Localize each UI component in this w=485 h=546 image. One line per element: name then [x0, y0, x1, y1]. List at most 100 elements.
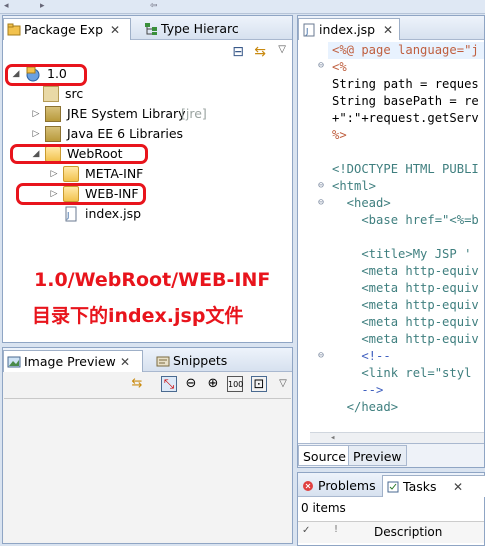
scroll-left-icon[interactable]: ◂ [330, 433, 335, 443]
fold-icon[interactable]: ⊖ [318, 60, 324, 71]
code-line: String basePath = re [332, 94, 479, 108]
image-icon [7, 356, 21, 368]
code-line: <meta http-equiv [332, 264, 479, 278]
fold-icon[interactable]: ⊖ [318, 180, 324, 191]
tab-problems-label: Problems [318, 478, 376, 493]
close-icon[interactable]: ✕ [383, 19, 393, 41]
code-line: <% [332, 60, 347, 74]
code-text: <%@ page language="j [332, 43, 479, 57]
annotation-description: 目录下的index.jsp文件 [32, 305, 244, 327]
close-icon[interactable]: ✕ [120, 351, 130, 373]
tab-index-jsp[interactable]: J index.jsp ✕ [298, 18, 400, 40]
tasks-view: Problems Tasks ✕ 0 items ✓ ! Description [297, 472, 485, 546]
annotation-path: 1.0/WebRoot/WEB-INF [34, 269, 271, 291]
collapsed-arrow-icon[interactable]: ▷ [31, 124, 41, 144]
image-fit-icon[interactable]: ⤡ [161, 376, 177, 392]
tree-item-label: JRE System Library [67, 106, 186, 121]
code-line: +":"+request.getServ [332, 111, 479, 125]
source-folder-icon [43, 86, 59, 102]
package-explorer-tabbar: Package Exp ✕ Type Hierarc [3, 16, 292, 40]
code-line: <title>My JSP ' [332, 247, 472, 261]
sort-icon[interactable]: ! [334, 524, 338, 535]
jsp-file-icon: J [65, 206, 77, 222]
code-line: <head> [332, 196, 391, 210]
collapsed-arrow-icon[interactable]: ▷ [31, 104, 41, 124]
tree-item-javaee-library[interactable]: ▷ Java EE 6 Libraries [31, 124, 271, 144]
code-line: </head> [332, 400, 399, 414]
tab-source[interactable]: Source [298, 445, 351, 466]
fold-icon[interactable]: ⊖ [318, 197, 324, 208]
zoom-out-icon[interactable]: ⊖ [183, 376, 199, 392]
collapsed-arrow-icon[interactable]: ▷ [49, 164, 59, 184]
link-icon[interactable]: ⇆ [129, 376, 145, 392]
tasks-tabbar: Problems Tasks ✕ [298, 473, 485, 497]
code-line: <link rel="styl [332, 366, 472, 380]
close-icon[interactable]: ✕ [453, 476, 463, 498]
toolbar-arrow-icon[interactable]: ◂ [4, 2, 14, 11]
view-menu-icon[interactable]: ▽ [278, 44, 286, 55]
checkbox-column-icon[interactable]: ✓ [302, 525, 310, 536]
tree-item-jre-library[interactable]: ▷ JRE System Library [jre] [31, 104, 271, 124]
problems-icon [303, 481, 313, 491]
editor-tab-label: index.jsp [319, 22, 376, 37]
code-line: %> [332, 128, 347, 142]
tab-preview[interactable]: Preview [348, 445, 407, 466]
tab-type-hierarchy[interactable]: Type Hierarc [141, 18, 289, 40]
code-line: String path = reques [332, 77, 479, 91]
view-menu-icon[interactable]: ▽ [275, 376, 291, 392]
code-line: --> [332, 383, 384, 397]
collapse-all-icon[interactable]: ⊟ [232, 44, 244, 60]
tree-item-label: index.jsp [85, 206, 142, 221]
link-with-editor-icon[interactable]: ⇆ [254, 44, 266, 60]
fold-icon[interactable]: ⊖ [318, 350, 324, 361]
toolbar-back-icon[interactable]: ⇦ [150, 2, 160, 11]
highlight-box-web-inf [16, 183, 146, 205]
svg-text:J: J [305, 27, 308, 36]
tasks-table-header: ✓ ! Description [298, 521, 484, 543]
toolbar-nav-icon[interactable]: ▸ [40, 2, 50, 11]
tree-item-index-jsp[interactable]: J index.jsp [63, 204, 263, 224]
highlight-box-webroot [10, 144, 148, 164]
main-toolbar: ◂ ▸ ⇦ [0, 0, 485, 14]
horizontal-scrollbar[interactable]: ◂ [310, 432, 484, 443]
zoom-in-icon[interactable]: ⊕ [205, 376, 221, 392]
tree-item-label: src [65, 86, 84, 101]
column-description[interactable]: Description [374, 525, 442, 539]
code-line: <!-- [332, 349, 391, 363]
tab-problems[interactable]: Problems [298, 475, 378, 497]
actual-size-icon[interactable]: 100 [227, 376, 243, 392]
code-line: <meta http-equiv [332, 281, 479, 295]
highlight-box-project [5, 64, 87, 86]
tab-package-explorer-label: Package Exp [24, 22, 104, 37]
tree-item-src[interactable]: src [43, 84, 263, 104]
tree-item-label: META-INF [85, 166, 144, 181]
code-area[interactable]: <%@ page language="j ⊖ <% String path = … [298, 40, 484, 443]
svg-text:J: J [66, 211, 69, 220]
code-line: <%@ page language="j [328, 42, 484, 59]
tree-item-meta-inf[interactable]: ▷ META-INF [49, 164, 269, 184]
tab-snippets-label: Snippets [173, 353, 228, 368]
code-line: <base href="<%=b [332, 213, 479, 227]
code-line: <!DOCTYPE HTML PUBLI [332, 162, 479, 176]
close-icon[interactable]: ✕ [110, 19, 120, 41]
folder-icon [63, 166, 79, 182]
tasks-count: 0 items [301, 501, 346, 515]
editor-mode-tabs: Source Preview [298, 443, 484, 467]
image-preview-tabbar: Image Preview ✕ Snippets [3, 348, 292, 372]
image-preview-canvas [4, 398, 291, 541]
tab-snippets[interactable]: Snippets [153, 350, 233, 372]
tab-image-preview-label: Image Preview [24, 354, 116, 369]
type-hierarchy-icon [145, 23, 157, 35]
code-line: <meta http-equiv [332, 315, 479, 329]
tab-tasks-label: Tasks [403, 479, 437, 494]
tab-image-preview[interactable]: Image Preview ✕ [3, 350, 143, 372]
code-line: <meta http-equiv [332, 298, 479, 312]
tasks-icon [387, 481, 399, 493]
tab-tasks[interactable]: Tasks ✕ [382, 475, 485, 497]
tree-item-label: Java EE 6 Libraries [67, 126, 184, 141]
fit-window-icon[interactable]: ⊡ [251, 376, 267, 392]
editor-tabbar: J index.jsp ✕ [298, 16, 484, 40]
editor-gutter [298, 40, 328, 443]
tree-item-decoration: [jre] [181, 106, 207, 121]
tab-package-explorer[interactable]: Package Exp ✕ [3, 18, 131, 40]
